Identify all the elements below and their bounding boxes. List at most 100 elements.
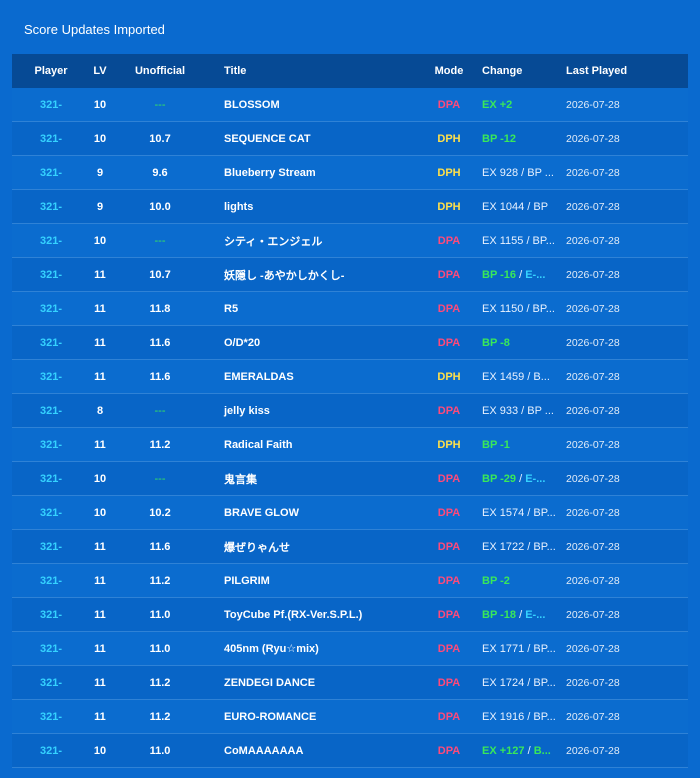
unofficial-level-cell: 11.8 <box>149 302 171 315</box>
table-row[interactable]: 321- 10 10.2 BRAVE GLOW DPA EX 1574 / BP... 20… <box>12 496 688 530</box>
level-cell: 11 <box>94 336 106 349</box>
song-title[interactable]: 405nm (Ryu☆mix) <box>210 642 430 655</box>
table-row[interactable]: 321- 11 11.6 EMERALDAS DPH EX 1459 / B... 2026… <box>12 360 688 394</box>
player-link[interactable]: 321- <box>12 575 90 587</box>
change-cell: BP -12 <box>464 133 566 145</box>
song-title[interactable]: O/D*20 <box>210 337 430 349</box>
mode-badge: DPA <box>437 302 461 315</box>
table-row[interactable]: 321- 11 11.8 R5 DPA EX 1150 / BP... 2026-07-28 <box>12 292 688 326</box>
player-link[interactable]: 321- <box>12 507 90 519</box>
header-last-played[interactable]: Last Played <box>566 65 686 77</box>
table-row[interactable]: 321- 9 10.0 lights DPH EX 1044 / BP 2026-07-28 <box>12 190 688 224</box>
unofficial-level-cell: 11.0 <box>149 608 171 621</box>
mode-badge: DPA <box>437 744 461 757</box>
last-played-date: 2026-07-28 <box>566 574 620 587</box>
unofficial-level-cell: 10.0 <box>149 200 171 213</box>
table-row[interactable]: 321- 10 --- 鬼言集 DPA BP -29 / E-... 2026-07-28 <box>12 462 688 496</box>
table-row[interactable]: 321- 10 11.0 CoMAAAAAAA DPA EX +127 / B... 202… <box>12 734 688 768</box>
change-part: EX 1044 / BP <box>482 200 549 213</box>
change-part: / <box>516 472 526 485</box>
table-row[interactable]: 321- 9 9.6 Blueberry Stream DPH EX 928 / BP .… <box>12 156 688 190</box>
table-row[interactable]: 321- 10 --- シティ・エンジェル DPA EX 1155 / BP... 2026… <box>12 224 688 258</box>
table-row[interactable]: 321- 11 11.2 ZENDEGI DANCE DPA EX 1724 / BP..… <box>12 666 688 700</box>
song-title[interactable]: BLOSSOM <box>210 99 430 111</box>
player-link[interactable]: 321- <box>12 201 90 213</box>
table-row[interactable]: 321- 11 11.2 EURO-ROMANCE DPA EX 1916 / BP...… <box>12 700 688 734</box>
table-row[interactable]: 321- 11 11.0 ToyCube Pf.(RX-Ver.S.P.L.) DPA B… <box>12 598 688 632</box>
player-link[interactable]: 321- <box>12 269 90 281</box>
player-link[interactable]: 321- <box>12 745 90 757</box>
change-cell: BP -29 / E-... <box>464 473 566 485</box>
header-change[interactable]: Change <box>464 65 566 77</box>
table-row[interactable]: 321- 11 11.6 O/D*20 DPA BP -8 2026-07-28 <box>12 326 688 360</box>
player-link[interactable]: 321- <box>12 133 90 145</box>
table-row[interactable]: 321- 11 11.2 Radical Faith DPH BP -1 2026-07-2… <box>12 428 688 462</box>
last-played-date: 2026-07-28 <box>566 268 620 281</box>
song-title[interactable]: ToyCube Pf.(RX-Ver.S.P.L.) <box>210 609 430 621</box>
table-row[interactable]: 321- 10 10.7 SEQUENCE CAT DPH BP -12 2026-07-2… <box>12 122 688 156</box>
song-title[interactable]: 鬼言集 <box>210 471 430 487</box>
table-row[interactable]: 321- 11 11.6 爆ぜりゃんせ DPA EX 1722 / BP... 2026-0… <box>12 530 688 564</box>
song-title[interactable]: シティ・エンジェル <box>210 233 430 249</box>
song-title[interactable]: 妖隠し -あやかしかくし- <box>210 267 430 283</box>
level-cell: 10 <box>93 744 107 757</box>
level-cell: 10 <box>93 132 107 145</box>
change-cell: EX 1724 / BP... <box>464 677 566 689</box>
song-title[interactable]: Radical Faith <box>210 439 430 451</box>
song-title[interactable]: CoMAAAAAAA <box>210 745 430 757</box>
player-link[interactable]: 321- <box>12 541 90 553</box>
table-row[interactable]: 321- 8 --- jelly kiss DPA EX 933 / BP ... 2026… <box>12 394 688 428</box>
change-part: EX 1724 / BP... <box>482 676 556 689</box>
level-cell: 9 <box>96 200 104 213</box>
header-title[interactable]: Title <box>210 65 430 77</box>
song-title[interactable]: SEQUENCE CAT <box>210 133 430 145</box>
song-title[interactable]: R5 <box>210 303 430 315</box>
change-part: EX 933 / BP ... <box>482 404 554 417</box>
table-row[interactable]: 321- 11 11.2 PILGRIM DPA BP -2 2026-07-28 <box>12 564 688 598</box>
player-link[interactable]: 321- <box>12 303 90 315</box>
song-title[interactable]: PILGRIM <box>210 575 430 587</box>
player-link[interactable]: 321- <box>12 439 90 451</box>
song-title[interactable]: Blueberry Stream <box>210 167 430 179</box>
player-link[interactable]: 321- <box>12 235 90 247</box>
player-link[interactable]: 321- <box>12 473 90 485</box>
header-lv[interactable]: LV <box>90 65 110 77</box>
header-player[interactable]: Player <box>12 65 90 77</box>
player-link[interactable]: 321- <box>12 337 90 349</box>
mode-badge: DPA <box>437 404 461 417</box>
song-title[interactable]: ZENDEGI DANCE <box>210 677 430 689</box>
last-played-date: 2026-07-28 <box>566 676 620 689</box>
song-title[interactable]: 爆ぜりゃんせ <box>210 539 430 555</box>
unofficial-level-cell: 11.6 <box>149 370 171 383</box>
player-link[interactable]: 321- <box>12 677 90 689</box>
player-link[interactable]: 321- <box>12 643 90 655</box>
song-title[interactable]: BRAVE GLOW <box>210 507 430 519</box>
header-mode[interactable]: Mode <box>434 65 464 77</box>
unofficial-level-cell: 10.7 <box>149 268 171 281</box>
unofficial-level-cell: --- <box>154 472 166 485</box>
player-link[interactable]: 321- <box>12 99 90 111</box>
player-link[interactable]: 321- <box>12 609 90 621</box>
song-title[interactable]: EURO-ROMANCE <box>210 711 430 723</box>
change-cell: EX 1916 / BP... <box>464 711 566 723</box>
player-link[interactable]: 321- <box>12 371 90 383</box>
level-cell: 11 <box>94 438 106 451</box>
change-part: BP -2 <box>482 574 510 587</box>
mode-badge: DPA <box>437 472 461 485</box>
song-title[interactable]: jelly kiss <box>210 405 430 417</box>
table-row[interactable]: 321- 11 11.0 405nm (Ryu☆mix) DPA EX 1771 / BP… <box>12 632 688 666</box>
mode-badge: DPH <box>437 438 461 451</box>
header-unofficial[interactable]: Unofficial <box>110 65 210 77</box>
song-title[interactable]: lights <box>210 201 430 213</box>
player-link[interactable]: 321- <box>12 167 90 179</box>
unofficial-level-cell: 11.2 <box>149 676 171 689</box>
table-row[interactable]: 321- 11 10.7 妖隠し -あやかしかくし- DPA BP -16 / E-...… <box>12 258 688 292</box>
song-title[interactable]: EMERALDAS <box>210 371 430 383</box>
level-cell: 11 <box>94 710 106 723</box>
change-cell: EX 928 / BP ... <box>464 167 566 179</box>
table-row[interactable]: 321- 10 --- BLOSSOM DPA EX +2 2026-07-28 <box>12 88 688 122</box>
player-link[interactable]: 321- <box>12 405 90 417</box>
change-part: EX 1150 / BP... <box>482 302 555 315</box>
player-link[interactable]: 321- <box>12 711 90 723</box>
level-cell: 10 <box>93 234 107 247</box>
